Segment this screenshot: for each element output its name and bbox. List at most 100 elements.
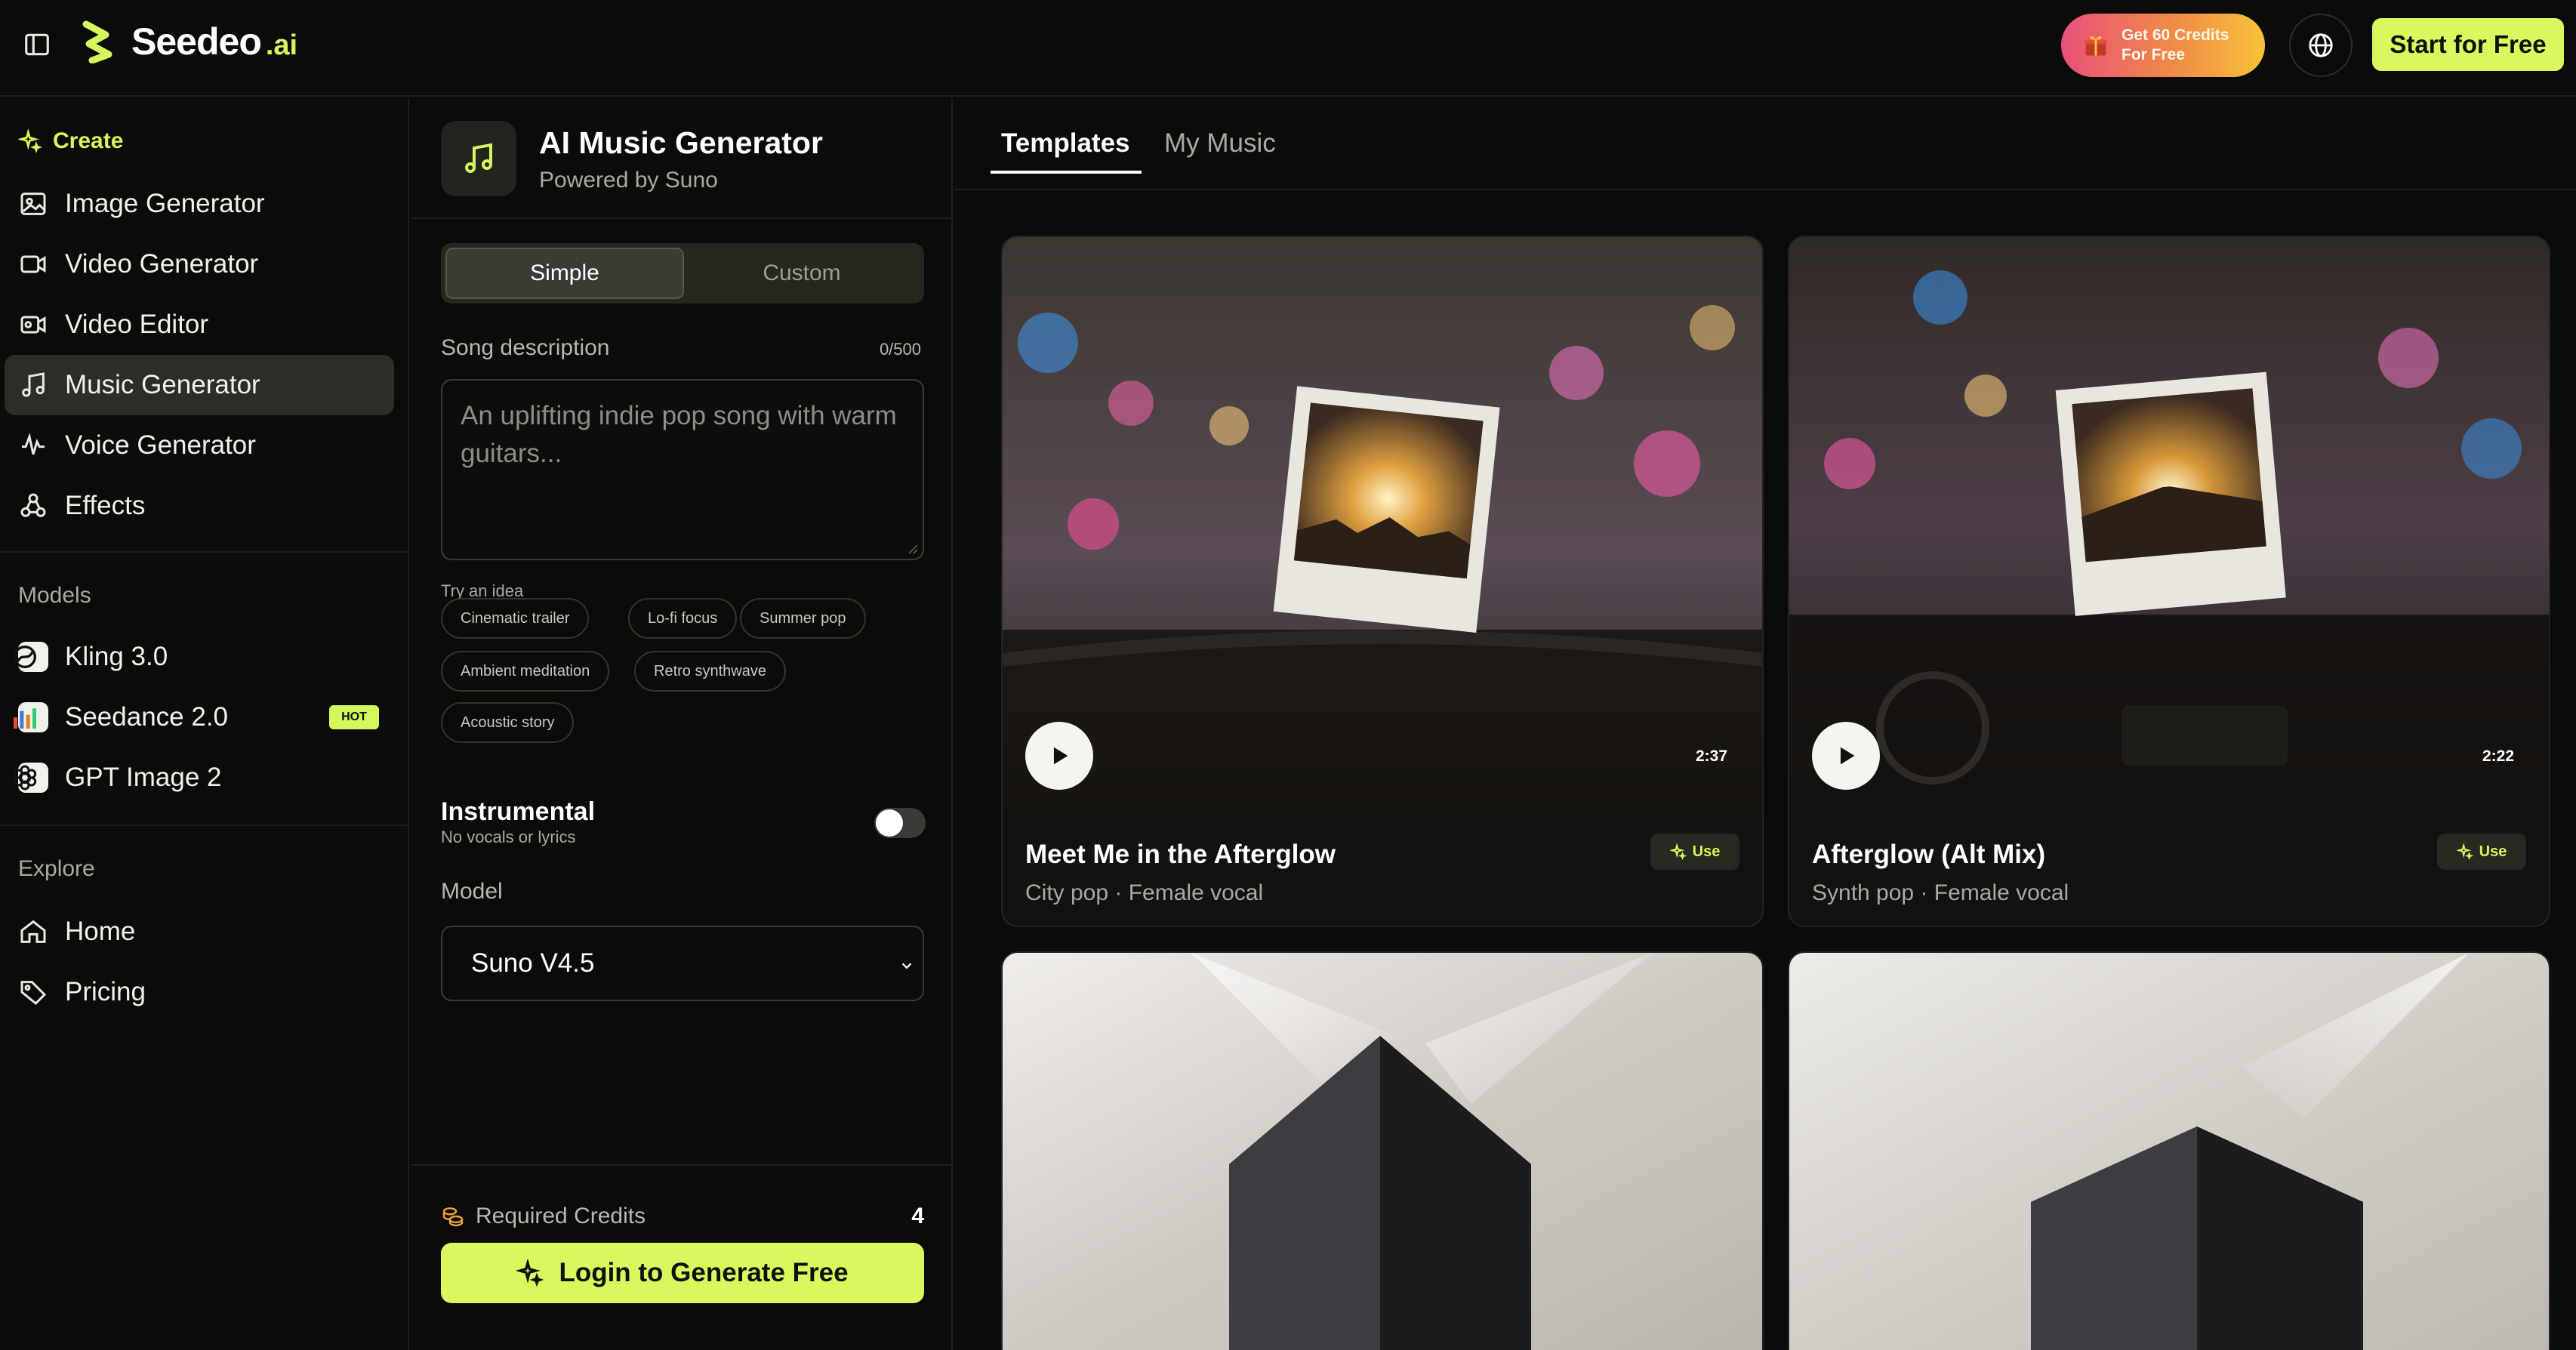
mode-custom-button[interactable]: Custom bbox=[684, 248, 920, 299]
play-button[interactable] bbox=[1812, 722, 1880, 790]
sidebar-toggle-icon[interactable] bbox=[23, 30, 51, 59]
tab-my-music[interactable]: My Music bbox=[1164, 128, 1276, 159]
character-counter: 0/500 bbox=[879, 340, 921, 359]
kling-logo-icon bbox=[14, 642, 48, 672]
form-footer: Required Credits 4 Login to Generate Fre… bbox=[411, 1164, 951, 1350]
sparkle-icon bbox=[18, 129, 42, 153]
chevron-down-icon bbox=[901, 963, 912, 969]
idea-chip[interactable]: Lo-fi focus bbox=[628, 598, 738, 639]
top-bar: Seedeo .ai Get 60 Credits For Free Start… bbox=[0, 0, 2576, 97]
song-description-label: Song description bbox=[441, 335, 610, 360]
sparkle-icon bbox=[2456, 843, 2473, 860]
create-section-title: Create bbox=[18, 128, 123, 154]
video-icon bbox=[20, 255, 46, 273]
form-title: AI Music Generator bbox=[539, 125, 823, 160]
play-icon bbox=[1053, 747, 1068, 765]
music-form-panel: AI Music Generator Powered by Suno Simpl… bbox=[411, 98, 953, 1350]
seedeo-logo-icon bbox=[82, 20, 112, 63]
template-card[interactable]: 2:37 Meet Me in the Afterglow City pop ·… bbox=[1001, 236, 1764, 927]
templates-content: Templates My Music 2:37 Meet Me in the A… bbox=[954, 98, 2576, 1350]
template-subtitle: Synth pop · Female vocal bbox=[1812, 880, 2069, 905]
form-header: AI Music Generator Powered by Suno bbox=[411, 98, 951, 219]
waveform-icon bbox=[22, 433, 45, 455]
instrumental-toggle[interactable] bbox=[874, 808, 926, 838]
sparkle-icon bbox=[1669, 843, 1687, 860]
explore-section-title: Explore bbox=[18, 856, 95, 881]
mode-simple-button[interactable]: Simple bbox=[445, 248, 684, 299]
login-to-generate-button[interactable]: Login to Generate Free bbox=[441, 1243, 924, 1303]
music-note-icon bbox=[441, 121, 516, 196]
globe-icon bbox=[2309, 33, 2333, 57]
sidebar-item-gpt-image[interactable]: GPT Image 2 bbox=[5, 747, 394, 808]
required-credits-value: 4 bbox=[911, 1204, 924, 1228]
use-template-button[interactable]: Use bbox=[1650, 834, 1739, 870]
form-subtitle: Powered by Suno bbox=[539, 168, 718, 193]
credits-line-2: For Free bbox=[2122, 46, 2186, 63]
sidebar: Create Image Generator Video Generator V… bbox=[0, 98, 409, 1350]
start-for-free-button[interactable]: Start for Free bbox=[2372, 18, 2564, 71]
content-tabs: Templates My Music bbox=[954, 98, 2576, 190]
sparkle-icon bbox=[516, 1259, 544, 1287]
sidebar-item-effects[interactable]: Effects bbox=[5, 476, 394, 536]
app-root: Seedeo .ai Get 60 Credits For Free Start… bbox=[0, 0, 2576, 1350]
instrumental-label: Instrumental bbox=[441, 797, 596, 826]
active-tab-indicator bbox=[991, 171, 1142, 174]
idea-chip[interactable]: Ambient meditation bbox=[441, 651, 610, 692]
idea-chip[interactable]: Retro synthwave bbox=[634, 651, 786, 692]
sidebar-divider bbox=[0, 551, 408, 553]
language-button[interactable] bbox=[2289, 14, 2353, 77]
tab-templates[interactable]: Templates bbox=[1001, 128, 1130, 159]
sidebar-item-home[interactable]: Home bbox=[5, 902, 394, 962]
sidebar-item-image-generator[interactable]: Image Generator bbox=[5, 174, 394, 234]
play-icon bbox=[1840, 747, 1855, 765]
song-description-input[interactable]: An uplifting indie pop song with warm gu… bbox=[441, 379, 924, 560]
music-note-icon bbox=[22, 372, 45, 397]
sidebar-item-voice-generator[interactable]: Voice Generator bbox=[5, 415, 394, 476]
brand-name: Seedeo bbox=[131, 20, 262, 63]
gift-icon bbox=[2085, 35, 2107, 56]
required-credits-row: Required Credits 4 bbox=[441, 1204, 924, 1229]
resize-grip-icon[interactable] bbox=[907, 544, 918, 554]
openai-logo-icon bbox=[13, 763, 48, 793]
models-section-title: Models bbox=[18, 583, 91, 608]
template-thumbnail bbox=[1003, 237, 1762, 809]
sidebar-item-video-generator[interactable]: Video Generator bbox=[5, 234, 394, 294]
play-button[interactable] bbox=[1025, 722, 1093, 790]
required-credits-label: Required Credits bbox=[476, 1204, 646, 1228]
template-title: Afterglow (Alt Mix) bbox=[1812, 840, 2046, 869]
get-credits-button[interactable]: Get 60 Credits For Free bbox=[2061, 14, 2265, 77]
instrumental-sublabel: No vocals or lyrics bbox=[441, 828, 576, 846]
template-thumbnail bbox=[1003, 953, 1762, 1350]
model-select[interactable]: Suno V4.5 bbox=[441, 926, 924, 1001]
sidebar-item-video-editor[interactable]: Video Editor bbox=[5, 294, 394, 355]
effects-icon bbox=[20, 493, 46, 517]
track-duration: 2:22 bbox=[2482, 747, 2514, 765]
home-icon bbox=[20, 920, 46, 943]
toggle-knob bbox=[876, 809, 903, 837]
brand-tld: .ai bbox=[265, 29, 298, 61]
idea-chip[interactable]: Summer pop bbox=[740, 598, 866, 639]
sidebar-item-music-generator[interactable]: Music Generator bbox=[5, 355, 394, 415]
video-editor-icon bbox=[20, 316, 46, 334]
template-card[interactable] bbox=[1001, 951, 1764, 1350]
template-card[interactable]: 2:22 Afterglow (Alt Mix) Synth pop · Fem… bbox=[1788, 236, 2550, 927]
template-card[interactable] bbox=[1788, 951, 2550, 1350]
sidebar-divider bbox=[0, 824, 408, 826]
credits-line-1: Get 60 Credits bbox=[2122, 26, 2229, 44]
idea-chip[interactable]: Cinematic trailer bbox=[441, 598, 590, 639]
use-template-button[interactable]: Use bbox=[2437, 834, 2526, 870]
template-subtitle: City pop · Female vocal bbox=[1025, 880, 1264, 905]
mode-switch: Simple Custom bbox=[441, 243, 924, 304]
sidebar-item-kling[interactable]: Kling 3.0 bbox=[5, 627, 394, 687]
model-select-value: Suno V4.5 bbox=[471, 948, 595, 978]
track-duration: 2:37 bbox=[1695, 747, 1727, 765]
coins-icon bbox=[442, 1207, 464, 1227]
seedance-logo-icon bbox=[14, 702, 48, 732]
sidebar-item-pricing[interactable]: Pricing bbox=[5, 962, 394, 1022]
template-thumbnail bbox=[1789, 237, 2549, 809]
hot-badge: HOT bbox=[329, 705, 379, 729]
tag-icon bbox=[20, 981, 47, 1006]
brand-logo[interactable]: Seedeo .ai bbox=[79, 20, 297, 63]
template-title: Meet Me in the Afterglow bbox=[1025, 840, 1336, 869]
idea-chip[interactable]: Acoustic story bbox=[441, 702, 575, 743]
